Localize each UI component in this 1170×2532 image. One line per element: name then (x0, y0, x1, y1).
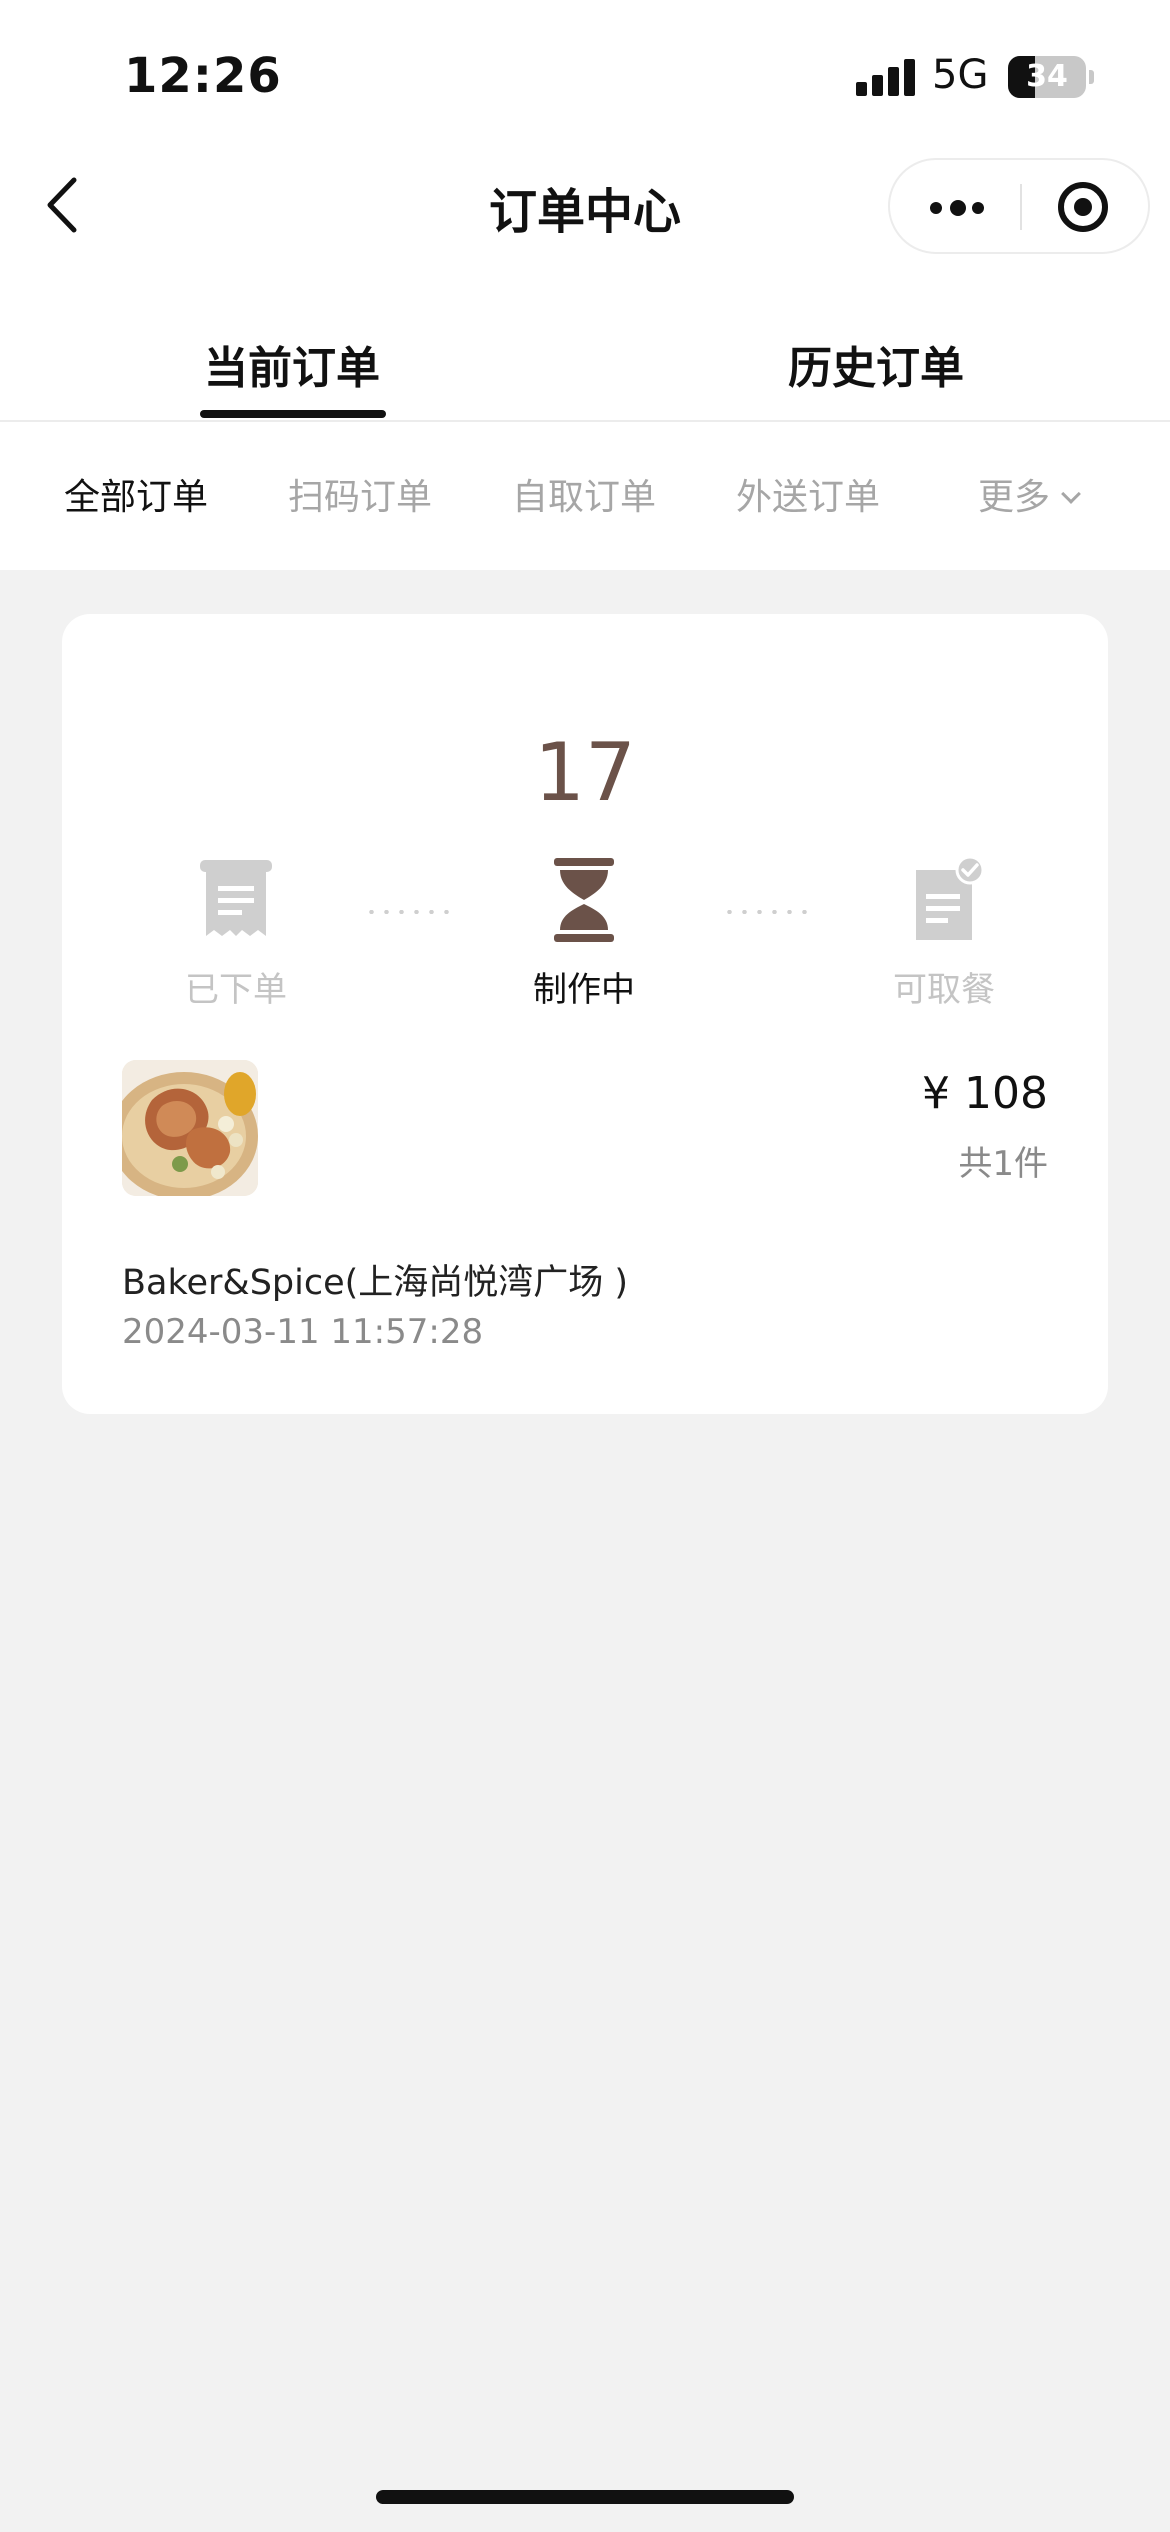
battery-cap (1089, 70, 1094, 84)
subtab-more[interactable]: 更多 (978, 468, 1081, 520)
subtab-scan-orders[interactable]: 扫码订单 (288, 468, 432, 520)
network-type: 5G (932, 52, 989, 98)
tab-current-orders[interactable]: 当前订单 (122, 332, 462, 396)
order-card[interactable]: 17 已下单 制作中 可取餐 ¥ 108 共1件 Baker&Spice(上海尚… (62, 614, 1108, 1414)
battery-icon: 34 (1008, 56, 1086, 98)
battery-level: 34 (1026, 59, 1068, 94)
subtab-more-label: 更多 (978, 477, 1051, 518)
queue-number: 17 (534, 726, 636, 819)
product-image (122, 1060, 258, 1196)
step-making: 制作中 (474, 856, 694, 1011)
item-count: 共1件 (958, 1144, 1048, 1184)
more-dots-icon (930, 202, 942, 214)
receipt-icon (192, 856, 280, 944)
step-connector (722, 910, 812, 914)
close-target-icon[interactable] (1058, 182, 1108, 232)
mini-program-capsule (888, 158, 1150, 254)
tabs-divider (0, 420, 1170, 422)
cellular-signal-icon (856, 58, 916, 96)
status-time: 12:26 (124, 48, 282, 104)
subtab-pickup-orders[interactable]: 自取订单 (512, 468, 656, 520)
step-ready: 可取餐 (834, 855, 1054, 1011)
step-connector (364, 910, 454, 914)
more-dots-icon (972, 202, 984, 214)
hourglass-icon (540, 856, 628, 944)
active-tab-indicator (200, 410, 386, 418)
chevron-down-icon (1061, 484, 1081, 504)
subtab-all-orders[interactable]: 全部订单 (64, 468, 208, 520)
step-ordered: 已下单 (126, 856, 346, 1011)
home-indicator (376, 2490, 794, 2504)
step-making-label: 制作中 (533, 970, 635, 1010)
step-ordered-label: 已下单 (185, 970, 287, 1010)
order-price: ¥ 108 (922, 1068, 1048, 1119)
capsule-divider (1020, 184, 1022, 230)
subtab-delivery-orders[interactable]: 外送订单 (736, 468, 880, 520)
step-ready-label: 可取餐 (893, 970, 995, 1010)
more-options-button[interactable] (890, 160, 1020, 252)
tab-history-orders[interactable]: 历史订单 (706, 332, 1046, 396)
order-time: 2024-03-11 11:57:28 (122, 1312, 484, 1352)
document-check-icon (900, 855, 988, 944)
more-dots-icon (950, 200, 966, 216)
store-name: Baker&Spice(上海尚悦湾广场 ) (122, 1263, 629, 1303)
